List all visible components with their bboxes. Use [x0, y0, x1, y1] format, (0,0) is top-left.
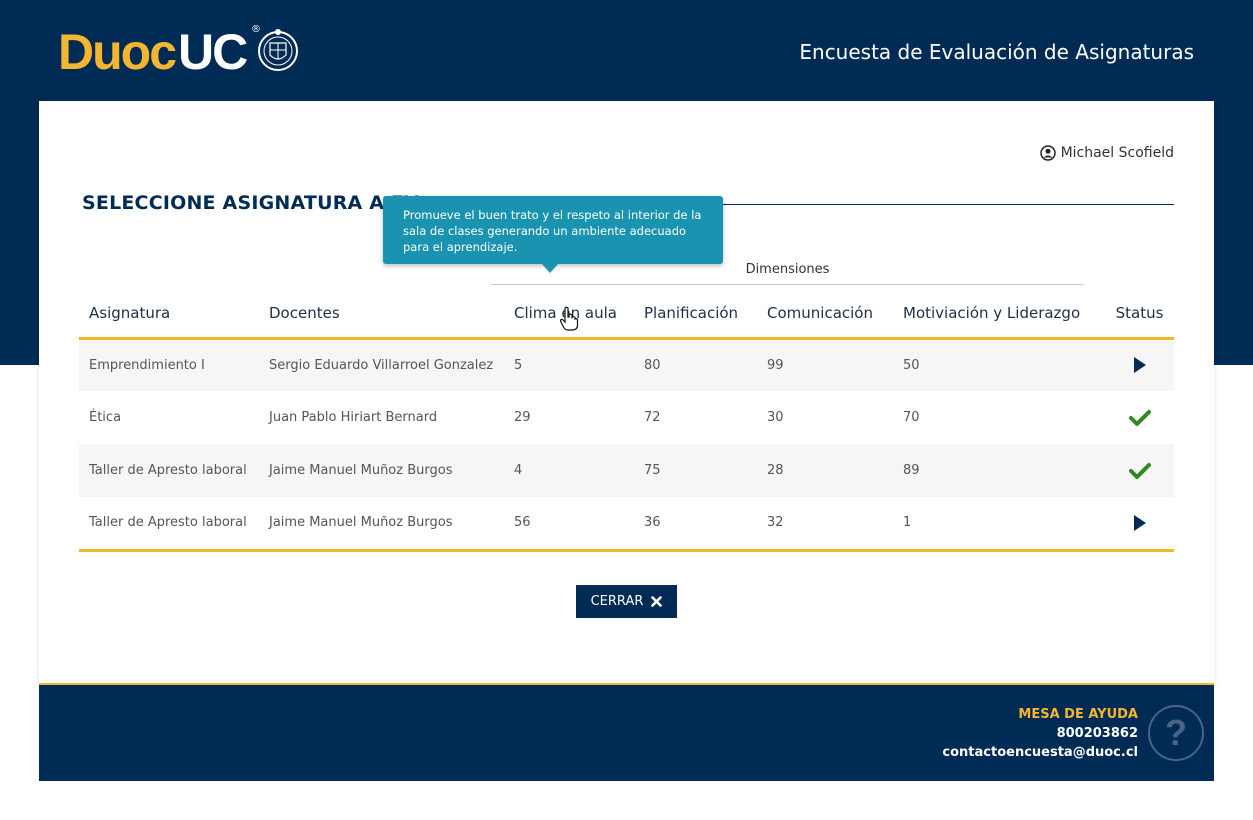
cell-status: [1105, 444, 1174, 497]
dimensions-group-header: Dimensiones: [745, 262, 830, 277]
cell-comunicacion: 32: [757, 497, 893, 552]
clima-tooltip: Promueve el buen trato y el respeto al i…: [383, 196, 723, 264]
cell-clima: 56: [504, 497, 634, 552]
user-menu[interactable]: Michael Scofield: [1039, 145, 1174, 161]
table-row[interactable]: Taller de Apresto laboral Jaime Manuel M…: [79, 444, 1174, 497]
play-icon[interactable]: [1133, 514, 1146, 531]
logo-duoc-text: Duoc: [58, 24, 177, 80]
university-seal-icon: [258, 29, 298, 71]
cell-asignatura: Taller de Apresto laboral: [79, 444, 259, 497]
cell-motivacion: 89: [893, 444, 1105, 497]
cell-asignatura: Taller de Apresto laboral: [79, 497, 259, 552]
help-question-icon[interactable]: ?: [1148, 705, 1204, 761]
col-header-status: Status: [1105, 290, 1174, 340]
close-icon: [651, 596, 663, 607]
cell-asignatura: Ética: [89, 410, 122, 425]
cell-motivacion: 50: [893, 338, 1105, 391]
cell-clima: 29: [514, 410, 531, 425]
cell-motivacion: 1: [893, 497, 1105, 552]
table-row[interactable]: Emprendimiento I Sergio Eduardo Villarro…: [79, 338, 1174, 391]
cell-asignatura: Emprendimiento I: [79, 338, 259, 391]
cell-planificacion: 75: [634, 444, 757, 497]
main-card: Michael Scofield SELECCIONE ASIGNATURA A…: [39, 101, 1214, 683]
cell-status: [1105, 497, 1174, 552]
close-button-label: CERRAR: [590, 594, 644, 609]
cell-planificacion: 80: [634, 338, 757, 391]
table-row[interactable]: Ética Juan Pablo Hiriart Bernard 29 72 3…: [79, 391, 1174, 444]
checkmark-icon: [1128, 409, 1151, 426]
help-desk-email[interactable]: contactoencuesta@duoc.cl: [942, 745, 1138, 760]
tooltip-arrow: [541, 263, 559, 273]
cell-docente: Jaime Manuel Muñoz Burgos: [259, 497, 504, 552]
col-header-motivacion[interactable]: Motiviación y Liderazgo: [893, 290, 1105, 340]
section-divider: [719, 204, 1174, 205]
cell-status: [1105, 391, 1174, 444]
cell-docente: Jaime Manuel Muñoz Burgos: [259, 444, 504, 497]
page-header-title: Encuesta de Evaluación de Asignaturas: [799, 40, 1194, 64]
user-name: Michael Scofield: [1060, 145, 1174, 161]
close-button[interactable]: CERRAR: [576, 585, 677, 618]
cell-comunicacion: 99: [757, 338, 893, 391]
user-circle-icon: [1039, 145, 1056, 161]
dimensions-divider: [491, 284, 1084, 285]
cell-docente: Juan Pablo Hiriart Bernard: [269, 410, 438, 425]
section-title: SELECCIONE ASIGNATURA A EV: [82, 192, 420, 214]
hand-pointer-cursor-icon: [559, 306, 579, 331]
cell-docente: Sergio Eduardo Villarroel Gonzalez: [259, 338, 504, 391]
table-header-row: Asignatura Docentes Clima en aula Planif…: [79, 290, 1174, 340]
footer: MESA DE AYUDA 800203862 contactoencuesta…: [39, 683, 1214, 781]
col-header-planificacion[interactable]: Planificación: [634, 290, 757, 340]
subjects-table: Asignatura Docentes Clima en aula Planif…: [79, 290, 1174, 552]
cell-motivacion: 70: [903, 410, 920, 425]
checkmark-icon: [1128, 462, 1151, 479]
cell-comunicacion: 30: [767, 410, 784, 425]
help-desk-phone[interactable]: 800203862: [1057, 726, 1138, 741]
cell-clima: 4: [504, 444, 634, 497]
cell-clima: 5: [504, 338, 634, 391]
duocuc-logo[interactable]: Duoc UC ®: [58, 22, 298, 82]
logo-uc-text: UC: [178, 24, 248, 80]
table-row[interactable]: Taller de Apresto laboral Jaime Manuel M…: [79, 497, 1174, 552]
help-desk-title: MESA DE AYUDA: [1018, 707, 1138, 722]
col-header-docentes: Docentes: [259, 290, 504, 340]
col-header-asignatura: Asignatura: [79, 290, 259, 340]
cell-status: [1105, 338, 1174, 391]
col-header-comunicacion[interactable]: Comunicación: [757, 290, 893, 340]
cell-planificacion: 72: [644, 410, 661, 425]
cell-comunicacion: 28: [757, 444, 893, 497]
play-icon[interactable]: [1133, 357, 1146, 374]
cell-planificacion: 36: [634, 497, 757, 552]
